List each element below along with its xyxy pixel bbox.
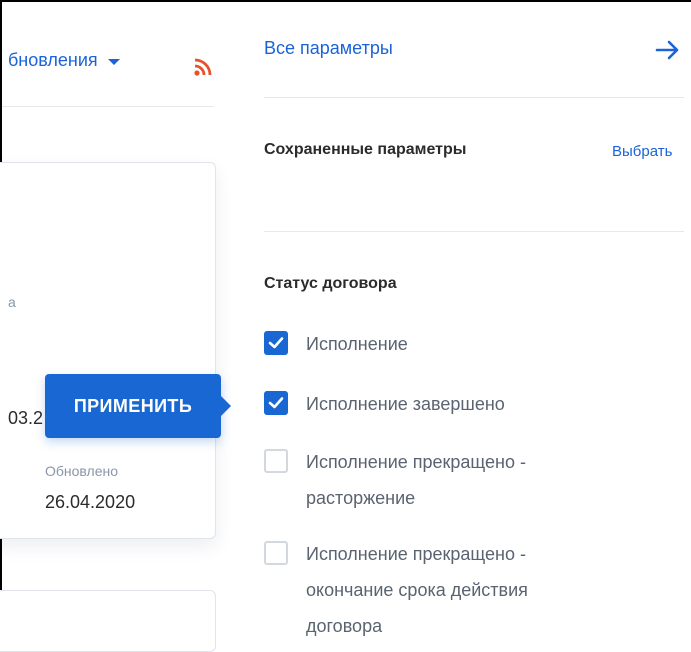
checkbox-unchecked[interactable]	[264, 449, 288, 473]
checkmark-icon	[268, 397, 284, 409]
updated-label: Обновлено	[45, 463, 119, 479]
checkbox-unchecked[interactable]	[264, 541, 288, 565]
saved-params-title: Сохраненные параметры	[264, 141, 467, 158]
result-card	[0, 162, 216, 539]
divider	[264, 97, 684, 98]
arrow-right-icon[interactable]	[655, 38, 681, 62]
status-option-terminated[interactable]: Исполнение прекращено - расторжение	[264, 449, 576, 516]
contract-status-title: Статус договора	[264, 275, 397, 292]
checkbox-checked[interactable]	[264, 391, 288, 415]
result-card-next	[0, 590, 216, 652]
status-option-completed[interactable]: Исполнение завершено	[264, 391, 606, 422]
status-option-expired[interactable]: Исполнение прекращено - окончание срока …	[264, 541, 576, 644]
divider	[2, 106, 214, 107]
choose-saved-params-link[interactable]: Выбрать	[612, 143, 672, 160]
rss-icon[interactable]	[193, 57, 213, 77]
card-field-label-fragment: а	[8, 294, 16, 310]
checkbox-label: Исполнение	[306, 334, 408, 354]
divider	[264, 231, 684, 232]
apply-button[interactable]: ПРИМЕНИТЬ	[45, 374, 231, 438]
checkbox-label: Исполнение прекращено - окончание срока …	[306, 544, 528, 636]
updated-date: 26.04.2020	[45, 492, 136, 512]
chevron-down-icon	[107, 58, 120, 65]
checkmark-icon	[268, 337, 284, 349]
card-date-fragment: 03.2	[8, 408, 44, 428]
checkbox-checked[interactable]	[264, 331, 288, 355]
checkbox-label: Исполнение прекращено - расторжение	[306, 452, 526, 508]
sort-dropdown-label: бновления	[8, 50, 98, 70]
checkbox-label: Исполнение завершено	[306, 394, 505, 414]
all-params-link[interactable]: Все параметры	[264, 38, 393, 59]
frame-border-top	[0, 0, 691, 2]
sort-dropdown[interactable]: бновления	[8, 50, 120, 71]
status-option-execution[interactable]: Исполнение	[264, 331, 606, 362]
